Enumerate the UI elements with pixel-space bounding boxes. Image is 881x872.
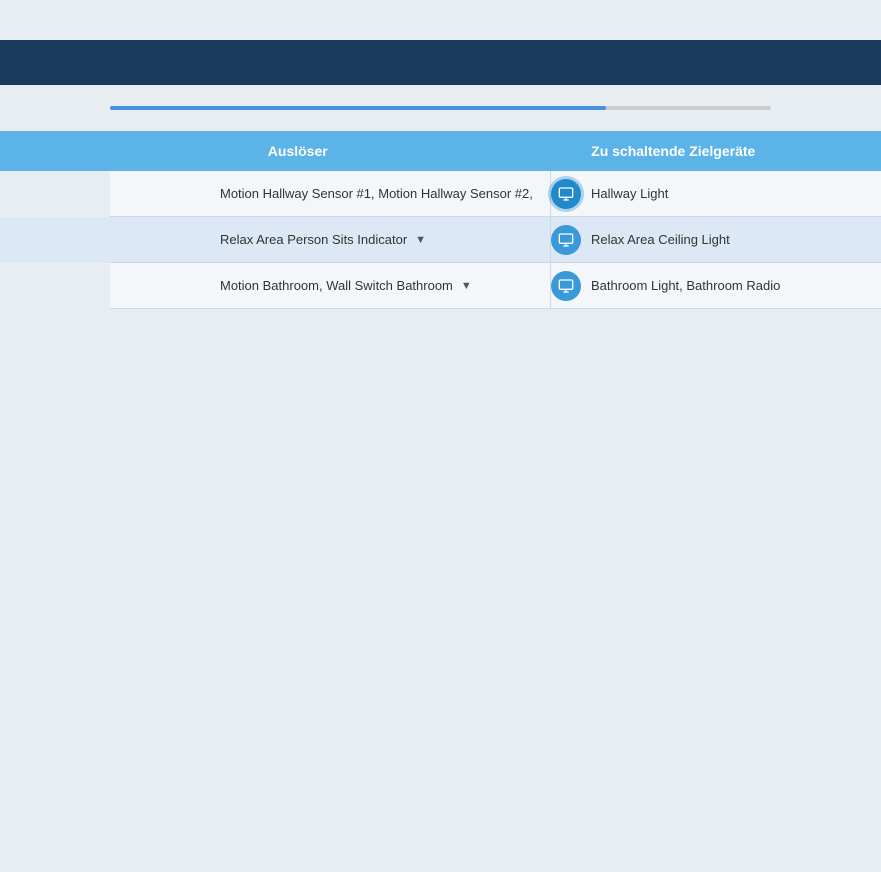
row3-right: Bathroom Light, Bathroom Radio: [551, 271, 881, 301]
table-row: Motion Hallway Sensor #1, Motion Hallway…: [0, 171, 881, 217]
progress-track: [110, 106, 771, 110]
row3-left: Motion Bathroom, Wall Switch Bathroom ▼: [110, 278, 550, 293]
row-left-border: [0, 263, 110, 309]
col-ausloeser-header: Auslöser: [0, 143, 486, 159]
row1-left: Motion Hallway Sensor #1, Motion Hallway…: [110, 186, 550, 201]
header-bar: [0, 40, 881, 85]
col-zielgeraete-header: Zu schaltende Zielgeräte: [486, 143, 881, 159]
row1-trigger-text: Motion Hallway Sensor #1, Motion Hallway…: [220, 186, 533, 201]
monitor-icon[interactable]: [551, 179, 581, 209]
content-area: Auslöser Zu schaltende Zielgeräte Motion…: [0, 85, 881, 309]
progress-bar-area: [0, 105, 881, 111]
table-container: Auslöser Zu schaltende Zielgeräte Motion…: [0, 131, 881, 309]
row3-target-text: Bathroom Light, Bathroom Radio: [591, 278, 780, 293]
progress-fill: [110, 106, 606, 110]
table-header: Auslöser Zu schaltende Zielgeräte: [0, 131, 881, 171]
row2-right: Relax Area Ceiling Light: [551, 225, 881, 255]
dropdown-arrow-icon[interactable]: ▼: [415, 234, 426, 246]
table-row: Relax Area Person Sits Indicator ▼ Relax…: [0, 217, 881, 263]
row2-left: Relax Area Person Sits Indicator ▼: [110, 232, 550, 247]
row3-trigger-text: Motion Bathroom, Wall Switch Bathroom: [220, 278, 453, 293]
row2-trigger-text: Relax Area Person Sits Indicator: [220, 232, 407, 247]
row-left-border: [0, 171, 110, 217]
top-bar: [0, 0, 881, 40]
monitor-icon[interactable]: [551, 225, 581, 255]
row2-target-text: Relax Area Ceiling Light: [591, 232, 730, 247]
row1-target-text: Hallway Light: [591, 186, 668, 201]
dropdown-arrow-icon[interactable]: ▼: [461, 280, 472, 292]
row-left-border: [0, 217, 110, 263]
table-row: Motion Bathroom, Wall Switch Bathroom ▼ …: [0, 263, 881, 309]
row1-right: Hallway Light: [551, 179, 881, 209]
monitor-icon[interactable]: [551, 271, 581, 301]
